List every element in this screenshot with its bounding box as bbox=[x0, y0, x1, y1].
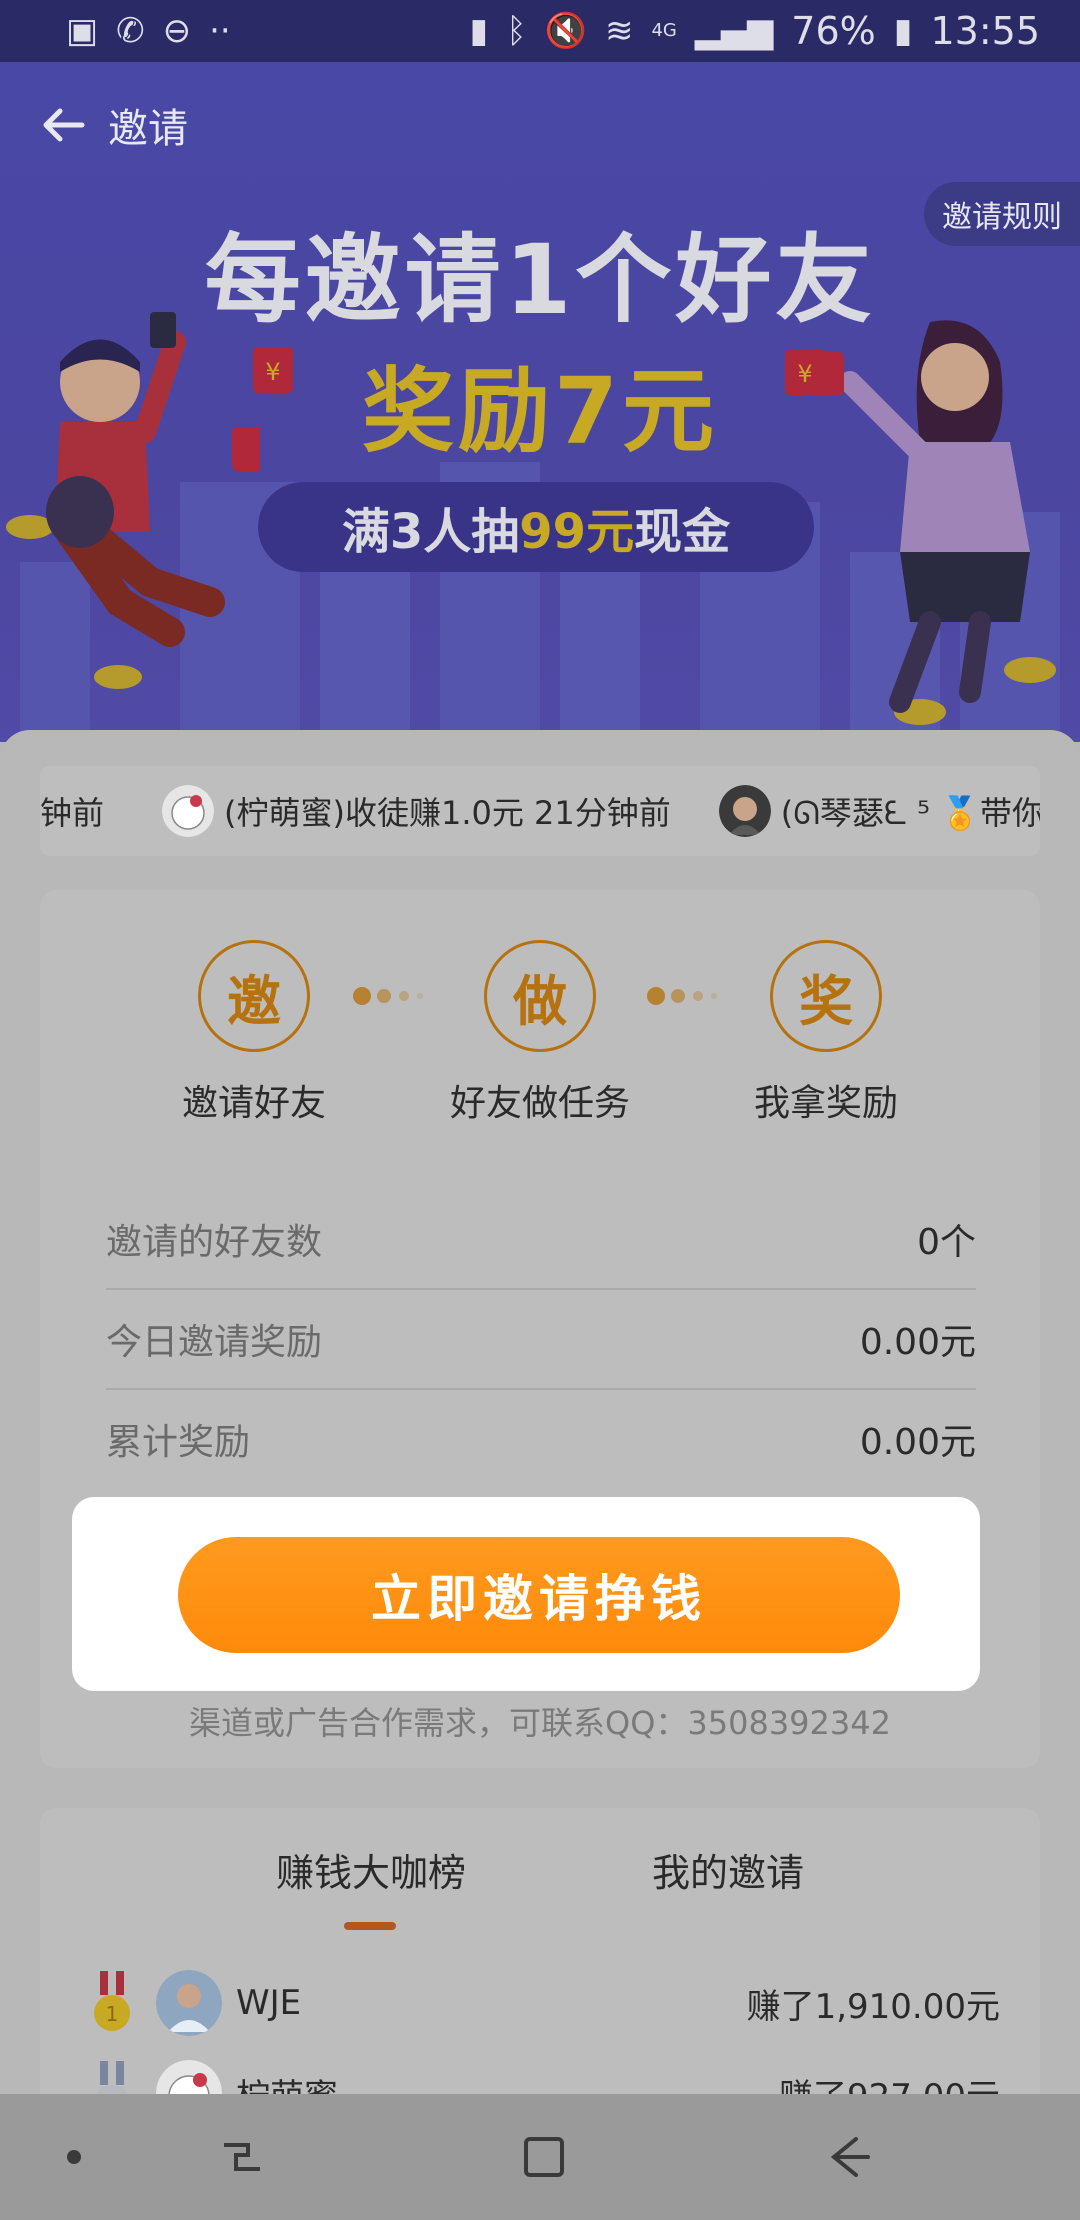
stat-row: 今日邀请奖励 0.00元 bbox=[106, 1290, 976, 1390]
contact-info: 渠道或广告合作需求，可联系QQ：3508392342 bbox=[189, 1704, 891, 1742]
gold-medal-icon: 1 bbox=[94, 1971, 130, 2031]
ranking-row: 1 WJE 赚了1,910.00元 bbox=[40, 1958, 1040, 2048]
step-label: 我拿奖励 bbox=[753, 1083, 898, 1124]
avatar bbox=[162, 785, 215, 837]
call-icon: ✆ bbox=[116, 11, 145, 51]
rank-amount: 赚了1,910.00元 bbox=[746, 1986, 1000, 2027]
dnd-icon: ⊖ bbox=[162, 11, 192, 51]
signal-icon: ▂▄▆ bbox=[694, 11, 774, 51]
app-header: 邀请 bbox=[0, 62, 1080, 187]
earning-ticker: 钟前 (柠萌蜜)收徒赚1.0元 21分钟前 (ᘏ琴瑟ᘍ ⁵ 🏅带你 bbox=[40, 766, 1040, 856]
page-title: 邀请 bbox=[108, 105, 188, 152]
stat-value: 0.00元 bbox=[859, 1422, 976, 1463]
pill-prefix: 满3人抽 bbox=[341, 504, 520, 560]
pill-suffix: 现金 bbox=[634, 504, 731, 560]
back-arrow-icon[interactable] bbox=[38, 99, 90, 151]
sim-icon: ▣ bbox=[66, 11, 99, 51]
status-bar: ▣ ✆ ⊖ ·· ▮ ᛒ 🔇 ≋ 4G ▂▄▆ 76% ▮ 13:55 bbox=[0, 0, 1080, 62]
stat-row: 累计奖励 0.00元 bbox=[106, 1390, 976, 1488]
svg-text:¥: ¥ bbox=[265, 358, 280, 386]
step-icon: 邀 bbox=[198, 940, 310, 1052]
step-connector-dots bbox=[353, 987, 423, 1005]
step-label: 好友做任务 bbox=[449, 1083, 630, 1124]
stat-value: 0.00元 bbox=[859, 1322, 976, 1363]
overview-icon[interactable] bbox=[514, 2127, 574, 2187]
invite-stats: 邀请的好友数 0个 今日邀请奖励 0.00元 累计奖励 0.00元 bbox=[106, 1190, 976, 1488]
recents-icon[interactable] bbox=[212, 2127, 272, 2187]
stat-label: 累计奖励 bbox=[106, 1422, 251, 1463]
ranking-card: 赚钱大咖榜 我的邀请 1 WJE 赚了1,910.00元 bbox=[40, 1808, 1040, 2128]
ticker-text: (ᘏ琴瑟ᘍ ⁵ 🏅带你 bbox=[780, 794, 1040, 832]
invite-cta-highlight: 立即邀请挣钱 bbox=[72, 1497, 980, 1691]
steps-row: 邀 邀请好友 做 好友做任务 奖 我拿奖励 bbox=[40, 940, 1040, 1160]
clock: 13:55 bbox=[930, 9, 1040, 53]
red-packet-icon: ¥ bbox=[785, 349, 825, 395]
avatar bbox=[718, 785, 771, 837]
step-icon: 做 bbox=[484, 940, 596, 1052]
invite-banner: 邀请 邀请规则 每邀请1个好友 奖励7元 满3人抽 99元 现金 ¥ ¥ bbox=[0, 62, 1080, 742]
network-label: 4G bbox=[651, 20, 677, 41]
stat-row: 邀请的好友数 0个 bbox=[106, 1190, 976, 1290]
pill-amount: 99元 bbox=[519, 504, 635, 560]
ticker-item: (ᘏ琴瑟ᘍ ⁵ 🏅带你 bbox=[718, 785, 1040, 837]
rank-name: WJE bbox=[236, 1983, 302, 2023]
step-label: 邀请好友 bbox=[181, 1083, 326, 1124]
step-connector-dots bbox=[647, 987, 717, 1005]
lottery-pill: 满3人抽 99元 现金 bbox=[258, 482, 814, 572]
step-icon: 奖 bbox=[770, 940, 882, 1052]
ticker-text: (柠萌蜜)收徒赚1.0元 21分钟前 bbox=[224, 794, 671, 832]
home-dot-icon[interactable] bbox=[44, 2127, 104, 2187]
battery-saver-icon: ▮ bbox=[469, 11, 489, 51]
step-task: 做 好友做任务 bbox=[440, 940, 640, 1126]
system-nav-bar bbox=[0, 2094, 1080, 2220]
stat-value: 0个 bbox=[917, 1222, 976, 1263]
wifi-icon: ≋ bbox=[604, 11, 634, 51]
stat-label: 今日邀请奖励 bbox=[106, 1322, 323, 1363]
battery-percent: 76% bbox=[791, 9, 876, 53]
bluetooth-icon: ᛒ bbox=[506, 11, 527, 51]
status-left: ▣ ✆ ⊖ ·· bbox=[66, 14, 231, 48]
tab-my-invites[interactable]: 我的邀请 bbox=[652, 1842, 804, 1897]
active-tab-indicator bbox=[344, 1922, 396, 1930]
invite-earn-button[interactable]: 立即邀请挣钱 bbox=[178, 1537, 900, 1653]
svg-text:1: 1 bbox=[106, 2002, 119, 2026]
stat-label: 邀请的好友数 bbox=[106, 1222, 323, 1263]
tab-top-earners[interactable]: 赚钱大咖榜 bbox=[276, 1842, 466, 1897]
man-character-illustration bbox=[6, 312, 260, 689]
red-packet-icon: ¥ bbox=[253, 347, 293, 393]
svg-text:¥: ¥ bbox=[797, 360, 812, 388]
step-invite: 邀 邀请好友 bbox=[154, 940, 354, 1126]
more-dots-icon: ·· bbox=[209, 11, 231, 51]
mute-icon: 🔇 bbox=[544, 11, 587, 51]
main-content: 钟前 (柠萌蜜)收徒赚1.0元 21分钟前 (ᘏ琴瑟ᘍ ⁵ 🏅带你 邀 邀请好友 bbox=[0, 730, 1080, 2128]
ticker-text: 钟前 bbox=[40, 794, 105, 832]
ticker-item: (柠萌蜜)收徒赚1.0元 21分钟前 bbox=[162, 785, 671, 837]
ranking-tabs: 赚钱大咖榜 我的邀请 bbox=[40, 1842, 1040, 1930]
step-reward: 奖 我拿奖励 bbox=[726, 940, 926, 1126]
avatar bbox=[156, 1970, 222, 2036]
ticker-item: 钟前 bbox=[40, 788, 104, 834]
back-icon[interactable] bbox=[816, 2127, 876, 2187]
status-right: ▮ ᛒ 🔇 ≋ 4G ▂▄▆ 76% ▮ 13:55 bbox=[469, 9, 1040, 53]
battery-icon: ▮ bbox=[893, 11, 913, 51]
reward-amount: 7元 bbox=[554, 358, 719, 465]
reward-prefix: 奖励 bbox=[361, 358, 554, 465]
